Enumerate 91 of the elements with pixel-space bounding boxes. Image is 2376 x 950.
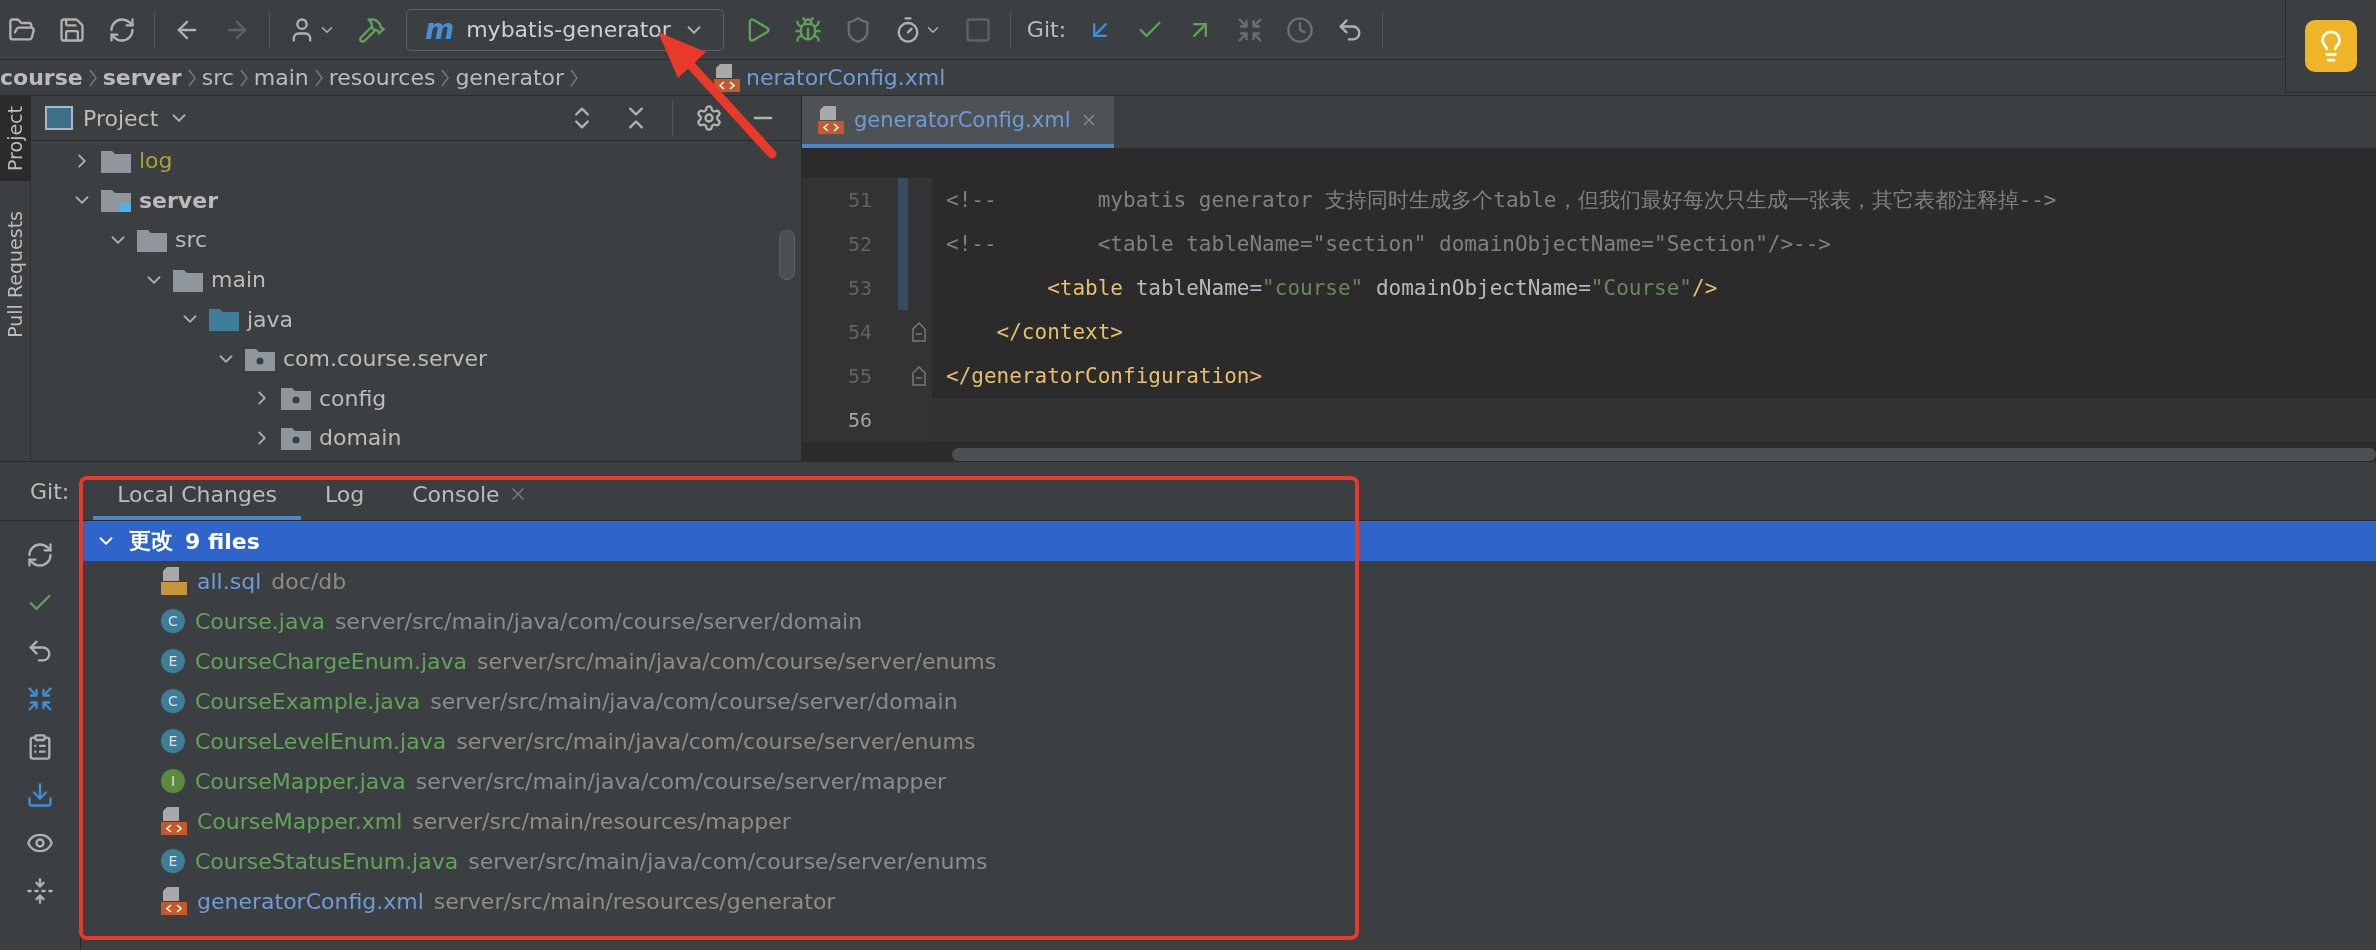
scrollbar-thumb[interactable] — [779, 230, 795, 280]
xml-file-icon — [161, 887, 187, 915]
xml-file-icon — [161, 807, 187, 835]
line-number: 56 — [846, 407, 872, 432]
changelist-name: 更改 — [129, 527, 173, 555]
class-badge-icon: C — [161, 689, 185, 713]
window-icon — [45, 106, 73, 130]
tree-item[interactable]: src — [175, 227, 208, 253]
folder-icon — [173, 267, 203, 292]
file-path: server/src/main/resources/generator — [433, 888, 836, 914]
side-tab[interactable]: Project — [0, 96, 30, 181]
panel-tab[interactable]: Console — [388, 472, 552, 520]
lightbulb-button[interactable] — [2305, 20, 2357, 72]
changed-file[interactable]: generatorConfig.xml — [197, 888, 424, 914]
tree-item[interactable]: domain — [319, 425, 402, 451]
file-path: server/src/main/java/com/course/server/mapper — [415, 768, 947, 794]
class-badge-icon: E — [161, 729, 185, 753]
changed-file[interactable]: CourseLevelEnum.java — [195, 728, 447, 754]
side-tab[interactable]: Pull Requests — [0, 201, 30, 348]
file-path: server/src/main/java/com/course/server/enums — [456, 728, 976, 754]
class-badge-icon: E — [161, 649, 185, 673]
tree-item[interactable]: log — [139, 148, 173, 174]
panel-label: Git: — [30, 478, 70, 504]
changed-file[interactable]: CourseMapper.java — [195, 768, 406, 794]
code-line: <!-- mybatis generator 支持同时生成多个table，但我们最好每次只生成一张表，其它表都注释掉--> — [945, 186, 2057, 214]
package-icon — [245, 346, 275, 371]
file-path: server/src/main/java/com/course/server/enums — [477, 648, 997, 674]
file-path: doc/db — [271, 568, 347, 594]
breadcrumb-item[interactable]: generator — [455, 65, 565, 90]
save-icon[interactable] — [58, 15, 86, 44]
download-icon[interactable] — [26, 781, 54, 809]
tree-item[interactable]: config — [319, 385, 387, 411]
breadcrumb-item[interactable]: resources — [328, 65, 436, 90]
scrollbar-thumb[interactable] — [952, 447, 2376, 461]
chevron-icon — [88, 68, 97, 87]
xml-file-icon — [818, 105, 844, 134]
folder-icon — [137, 228, 167, 252]
class-badge-icon: I — [161, 769, 185, 793]
folder-icon — [101, 148, 131, 173]
refresh-icon[interactable] — [26, 541, 54, 569]
changed-file[interactable]: CourseMapper.xml — [197, 808, 403, 834]
panel-tab[interactable]: Log — [300, 472, 389, 520]
chevron-icon — [570, 68, 579, 87]
tree-item[interactable]: com.course.server — [283, 346, 488, 372]
changed-file[interactable]: CourseExample.java — [195, 688, 421, 714]
fold-icon[interactable] — [26, 877, 54, 905]
changed-file[interactable]: Course.java — [195, 608, 325, 634]
project-view-dropdown[interactable]: Project — [45, 105, 191, 131]
fold-marker-icon[interactable] — [912, 365, 926, 386]
folder-icon — [209, 307, 239, 332]
run-config-dropdown[interactable]: m mybatis-generator — [406, 8, 724, 51]
hammer-icon[interactable] — [358, 15, 386, 44]
package-icon — [281, 425, 311, 450]
changed-file[interactable]: all.sql — [197, 568, 262, 594]
sync-icon[interactable] — [108, 15, 136, 44]
class-badge-icon: C — [161, 609, 185, 633]
bug-icon[interactable] — [793, 15, 822, 44]
code-line: <table tableName="course" domainObjectName="Course"/> — [1046, 275, 1718, 300]
tree-item[interactable]: server — [139, 187, 218, 213]
changed-file[interactable]: CourseStatusEnum.java — [195, 848, 459, 874]
code-line: </generatorConfiguration> — [945, 363, 1263, 388]
breadcrumb-item[interactable]: neratorConfig.xml — [746, 65, 946, 90]
file-path: server/src/main/java/com/course/server/domain — [430, 688, 958, 714]
package-icon — [281, 386, 311, 411]
chevron-icon — [314, 68, 323, 87]
breadcrumb-item[interactable]: server — [102, 65, 182, 90]
class-badge-icon: E — [161, 849, 185, 873]
git-label: Git: — [1026, 17, 1067, 42]
file-path: server/src/main/resources/mapper — [412, 808, 791, 834]
file-count: 9 files — [185, 528, 260, 554]
code-line: <!-- <table tableName="section" domainObjectName="Section"/>--> — [945, 231, 1831, 256]
changelist-header[interactable]: 更改 9 files — [81, 521, 2376, 561]
tree-item[interactable]: main — [211, 267, 266, 293]
changed-file[interactable]: CourseChargeEnum.java — [195, 648, 468, 674]
xml-file-icon — [714, 63, 741, 92]
shrink-icon[interactable] — [26, 685, 54, 713]
breadcrumb-item[interactable]: course — [0, 65, 83, 90]
editor-tab[interactable]: generatorConfig.xml — [802, 96, 1115, 148]
file-path: server/src/main/java/com/course/server/enums — [468, 848, 988, 874]
chevron-icon — [441, 68, 450, 87]
sql-file-icon — [161, 567, 187, 595]
file-path: server/src/main/java/com/course/server/domain — [334, 608, 863, 634]
breadcrumb-item[interactable]: src — [201, 65, 234, 90]
fold-marker-icon[interactable] — [912, 321, 926, 342]
breadcrumb-item[interactable]: main — [253, 65, 309, 90]
code-line: </context> — [995, 319, 1123, 344]
folder-icon — [101, 188, 131, 213]
tree-item[interactable]: java — [247, 306, 294, 332]
chevron-icon — [239, 68, 248, 87]
chevron-icon — [187, 68, 196, 87]
settings-icon[interactable] — [695, 104, 723, 132]
